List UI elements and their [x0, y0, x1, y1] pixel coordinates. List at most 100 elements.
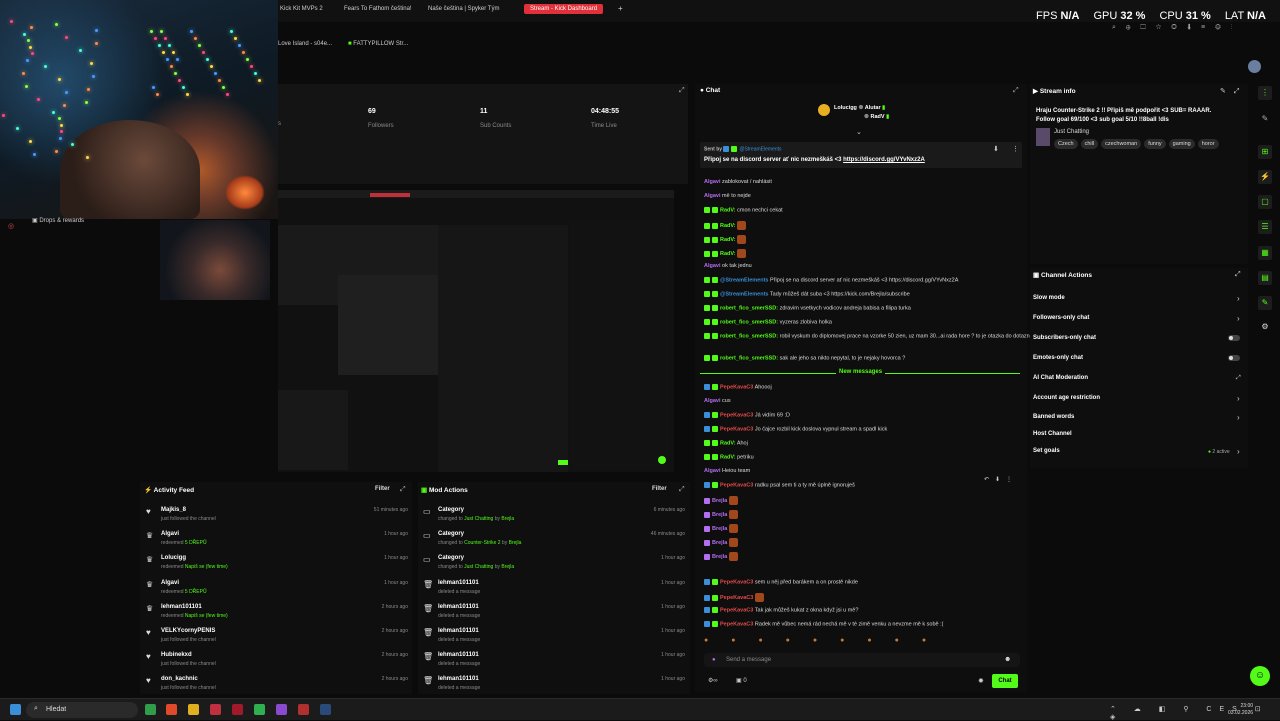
- activity-row[interactable]: ♥ VELKYcornyPENIS just followed the chan…: [144, 626, 408, 648]
- message-actions[interactable]: ↶⬇⋮: [984, 476, 1018, 483]
- bookmark-love-island[interactable]: Love Island - s04e...: [278, 41, 332, 47]
- stream-info-edit-icons[interactable]: ✎⤢: [1220, 87, 1247, 96]
- discord-icon[interactable]: [276, 704, 287, 715]
- toggle-switch[interactable]: [1228, 335, 1240, 341]
- toggle-switch[interactable]: [1228, 355, 1240, 361]
- stream-tag[interactable]: funny: [1144, 139, 1166, 149]
- activity-filter-button[interactable]: Filter: [375, 486, 390, 492]
- sidebar-icon-9[interactable]: ✎: [1258, 296, 1272, 310]
- channel-actions-expand-icon[interactable]: ⤢: [1235, 271, 1241, 279]
- tab-kick-kit[interactable]: Kick Kit MVPs 2: [280, 6, 323, 12]
- sidebar-drops[interactable]: ▣ Drops & rewards: [32, 217, 84, 224]
- chat-message[interactable]: Algavi Heiou team: [704, 468, 750, 474]
- channel-action-host-channel[interactable]: Host Channel: [1033, 431, 1072, 437]
- open-external-icon[interactable]: ⤢: [1236, 375, 1241, 382]
- channel-action-ai-chat-moderation[interactable]: AI Chat Moderation: [1033, 375, 1088, 381]
- spotify-icon[interactable]: [254, 704, 265, 715]
- chat-message[interactable]: Brejla: [704, 552, 738, 561]
- chat-message[interactable]: @StreamElements Připoj se na discord ser…: [704, 277, 958, 283]
- chat-message[interactable]: Brejla: [704, 496, 738, 505]
- activity-expand-icon[interactable]: ⤢: [400, 486, 406, 494]
- xbox-icon[interactable]: [145, 704, 156, 715]
- chat-message[interactable]: Algavi cus: [704, 398, 731, 404]
- chat-message[interactable]: RadV:: [704, 235, 747, 244]
- channel-action-emotes-only-chat[interactable]: Emotes-only chat: [1033, 355, 1083, 361]
- activity-row[interactable]: ♛ lehman101101 redeemed Napiš se (few ti…: [144, 602, 408, 624]
- activity-row[interactable]: ♛ Lolucigg redeemed Napiš se (few time) …: [144, 553, 408, 575]
- emote-bar[interactable]: ●●●●●●●●●: [704, 637, 1020, 649]
- mod-action-row[interactable]: ▭ Category changed to Counter-Strike 2 b…: [421, 529, 685, 551]
- taskbar-search[interactable]: ⌕ Hledat: [26, 702, 138, 718]
- tray-icons[interactable]: ⌃ ☁ ◧ ⚲ CES ⊡ ◈: [1110, 705, 1280, 721]
- opera-icon[interactable]: [210, 704, 221, 715]
- expand-icon[interactable]: ⤢: [679, 87, 685, 95]
- chat-expand-icon[interactable]: ⤢: [1013, 87, 1019, 95]
- stream-tag[interactable]: czechwoman: [1101, 139, 1142, 149]
- sidebar-icon-10[interactable]: ⚙: [1258, 320, 1272, 334]
- new-tab-icon[interactable]: +: [618, 4, 623, 13]
- mod-filter-button[interactable]: Filter: [652, 486, 667, 492]
- steam-icon[interactable]: [320, 704, 331, 715]
- chat-message[interactable]: Algavi zablokovat / nahlásit: [704, 179, 772, 185]
- mod-action-row[interactable]: ▭ Category changed to Just Chatting by B…: [421, 505, 685, 527]
- chevron-down-icon[interactable]: ⌄: [856, 128, 862, 136]
- chevron-right-icon[interactable]: ›: [1237, 394, 1240, 403]
- mod-action-row[interactable]: ▭ Category changed to Just Chatting by B…: [421, 553, 685, 575]
- mod-action-row[interactable]: 🗑 lehman101101 deleted a message 1 hour …: [421, 650, 685, 672]
- channel-action-account-age-restriction[interactable]: Account age restriction: [1033, 395, 1100, 401]
- explorer-icon[interactable]: [188, 704, 199, 715]
- chat-message[interactable]: Brejla: [704, 538, 738, 547]
- stream-preview[interactable]: [278, 190, 674, 472]
- chat-message[interactable]: RadV:: [704, 221, 747, 230]
- brave-icon[interactable]: [166, 704, 177, 715]
- sidebar-icon-4[interactable]: ⚡: [1258, 170, 1272, 184]
- chat-message[interactable]: Brejla: [704, 510, 738, 519]
- channel-action-set-goals[interactable]: Set goals: [1033, 448, 1060, 454]
- stream-tag[interactable]: horor: [1197, 139, 1219, 149]
- chat-input[interactable]: ● Send a message ☻: [704, 653, 1020, 667]
- pinned-message[interactable]: Sent by @StreamElements Připoj se na dis…: [700, 142, 1022, 168]
- chat-message[interactable]: robert_fico_smerSSD: sak ale jeho sa nik…: [704, 355, 905, 361]
- chat-settings-icon[interactable]: ⚙∞: [708, 677, 718, 684]
- avatar[interactable]: [1248, 60, 1261, 73]
- chat-message[interactable]: PepeKavaC3 Tak jak můžeš kukat z okna kd…: [704, 607, 858, 613]
- chat-message[interactable]: PepeKavaC3 Radek mě vůbec nemá rád nechá…: [704, 621, 943, 627]
- pin-icon[interactable]: ⬇: [993, 145, 999, 153]
- tab-fears[interactable]: Fears To Fathom čeština!: [344, 6, 412, 12]
- channel-action-subscribers-only-chat[interactable]: Subscribers-only chat: [1033, 335, 1096, 341]
- activity-row[interactable]: ♛ Algavi redeemed 5 DŘEPŮ 1 hour ago: [144, 529, 408, 551]
- channel-action-followers-only-chat[interactable]: Followers-only chat: [1033, 315, 1089, 321]
- chat-gear-icon[interactable]: ✹: [978, 677, 984, 685]
- chat-message[interactable]: PepeKavaC3 sem u něj před barákem a on p…: [704, 579, 858, 585]
- app-icon[interactable]: [232, 704, 243, 715]
- chat-message[interactable]: robert_fico_smerSSD: vyzeras zlobiva hol…: [704, 319, 832, 325]
- tab-kick-dashboard[interactable]: Stream - Kick Dashboard: [524, 4, 604, 14]
- activity-row[interactable]: ♥ Hubinekxd just followed the channel 2 …: [144, 650, 408, 672]
- tab-cestina[interactable]: Naše čeština | Spyker Tým: [428, 6, 499, 12]
- chevron-right-icon[interactable]: ›: [1237, 314, 1240, 323]
- activity-row[interactable]: ♥ Majkis_8 just followed the channel 51 …: [144, 505, 408, 527]
- chat-message[interactable]: Algavi mě to nejde: [704, 193, 751, 199]
- chat-message[interactable]: Brejla: [704, 524, 738, 533]
- activity-row[interactable]: ♛ Algavi redeemed 5 DŘEPŮ 1 hour ago: [144, 578, 408, 600]
- sidebar-icon-2[interactable]: ✎: [1258, 112, 1272, 126]
- obs-icon[interactable]: [298, 704, 309, 715]
- chat-message[interactable]: PepeKavaC3 radku psal sem ti a ty mě úpl…: [704, 482, 855, 488]
- chat-message[interactable]: PepeKavaC3 Jo čajce rozbil kick doslova …: [704, 426, 887, 432]
- help-fab-icon[interactable]: ☺: [1250, 666, 1270, 686]
- mod-action-row[interactable]: 🗑 lehman101101 deleted a message 1 hour …: [421, 602, 685, 624]
- chat-message[interactable]: robert_fico_smerSSD: zdravim vsetkych vo…: [704, 305, 911, 311]
- stream-tag[interactable]: gaming: [1168, 139, 1195, 149]
- activity-row[interactable]: ♥ don_kachnic just followed the channel …: [144, 674, 408, 696]
- mod-expand-icon[interactable]: ⤢: [679, 486, 685, 494]
- more-icon[interactable]: ⋮: [1012, 145, 1019, 153]
- chat-message[interactable]: RadV: cmon nechci cekat: [704, 207, 783, 213]
- chevron-right-icon[interactable]: ›: [1237, 294, 1240, 303]
- chat-message[interactable]: RadV:: [704, 249, 747, 258]
- mod-action-row[interactable]: 🗑 lehman101101 deleted a message 1 hour …: [421, 626, 685, 648]
- sidebar-icon-6[interactable]: ☰: [1258, 220, 1272, 234]
- sidebar-icon-3[interactable]: ⊞: [1258, 145, 1272, 159]
- chat-message[interactable]: RadV: Ahoj: [704, 440, 748, 446]
- sidebar-icon-8[interactable]: ▤: [1258, 271, 1272, 285]
- chat-message[interactable]: PepeKavaC3 Já vidím 69 :D: [704, 412, 790, 418]
